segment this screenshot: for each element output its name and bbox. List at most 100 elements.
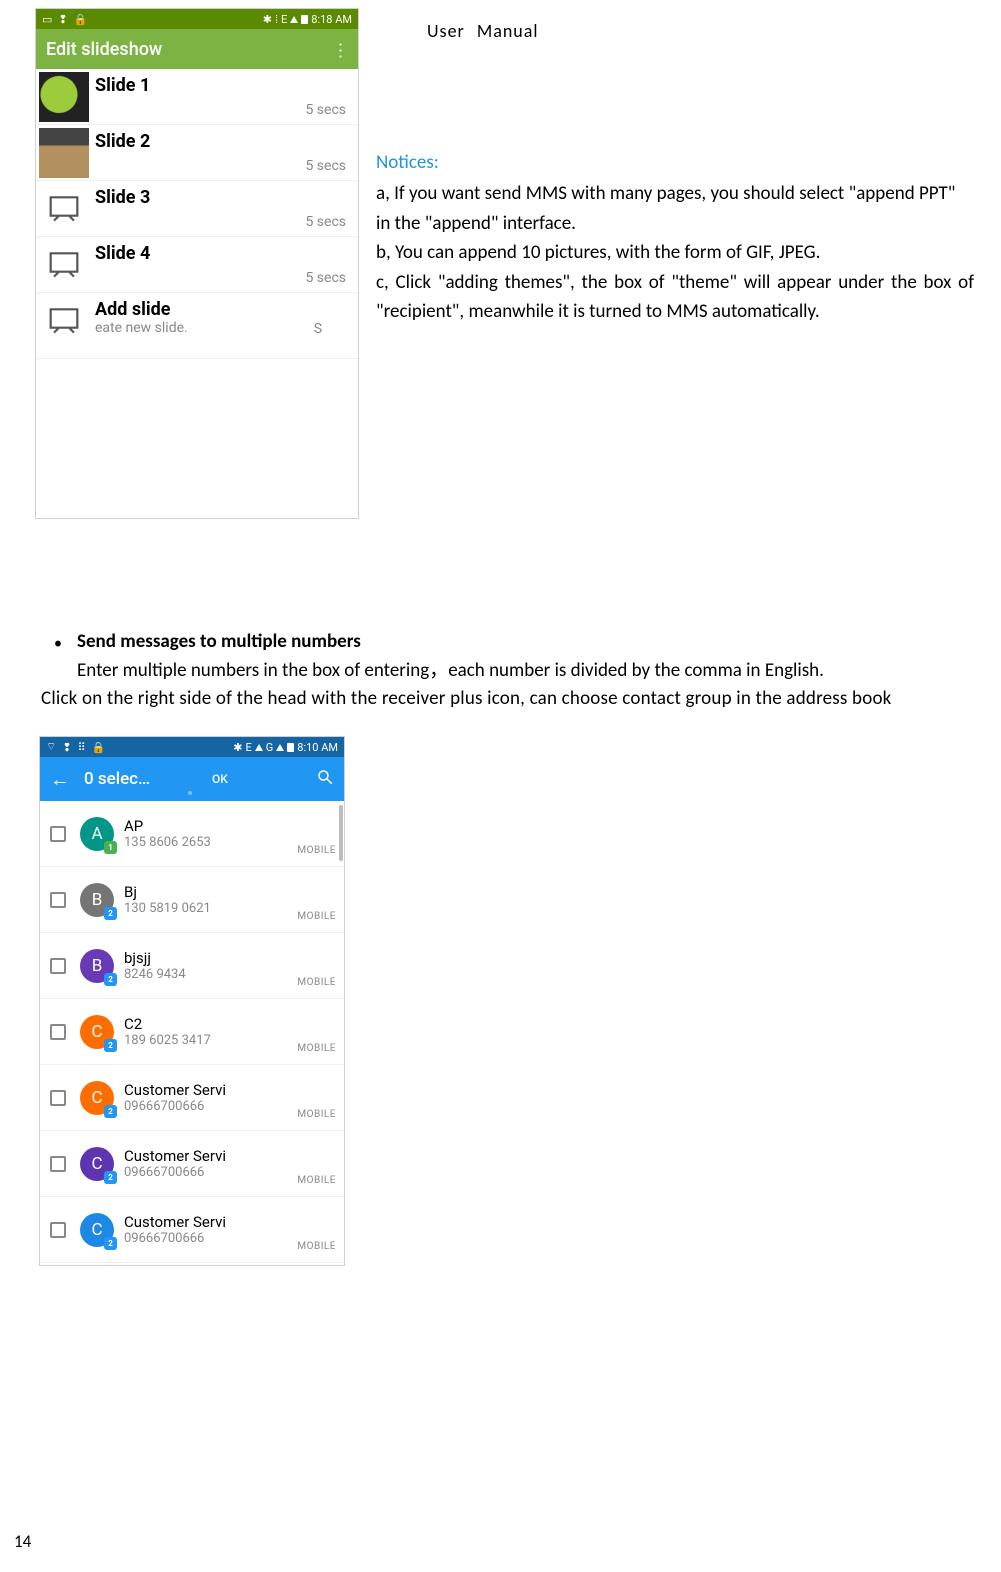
sim-badge: 2: [104, 1039, 117, 1052]
slide-title: Slide 2: [95, 131, 358, 152]
contact-info: Bj130 5819 0621: [124, 883, 297, 916]
contact-number: 09666700666: [124, 1099, 297, 1114]
checkbox[interactable]: [50, 1090, 66, 1106]
header-manual: Manual: [477, 20, 539, 42]
contact-info: AP135 8606 2653: [124, 817, 297, 850]
avatar: B2: [80, 949, 114, 983]
ok-button[interactable]: OK: [212, 772, 228, 786]
slide-item[interactable]: Slide 3 5 secs: [36, 181, 358, 237]
contact-row[interactable]: C2C2189 6025 3417MOBILE: [40, 999, 344, 1065]
contact-type: MOBILE: [297, 977, 336, 998]
contact-row[interactable]: C2Customer Servi09666700666MOBILE: [40, 1065, 344, 1131]
search-icon[interactable]: [316, 768, 334, 791]
voicemail-icon: ⠿: [78, 741, 86, 754]
sim-badge: 2: [104, 1105, 117, 1118]
slide-thumb: [39, 72, 89, 122]
sim-badge: 2: [104, 973, 117, 986]
signal-icon: [290, 16, 298, 23]
avatar: C2: [80, 1213, 114, 1247]
contact-row[interactable]: B2 Bj130 5819 0621MOBILE: [40, 867, 344, 933]
sim-badge: 2: [104, 1237, 117, 1250]
bluetooth-icon: ✱: [263, 13, 272, 26]
bullet-title: Send messages to multiple numbers: [77, 628, 361, 657]
add-slide[interactable]: Add slide eate new slide. S: [36, 293, 358, 359]
checkbox[interactable]: [50, 958, 66, 974]
section2-line1: Enter multiple numbers in the box of ent…: [39, 657, 969, 686]
slide-duration: 5 secs: [305, 214, 358, 230]
contact-row[interactable]: C2 Customer Servi09666700666MOBILE: [40, 1131, 344, 1197]
slide-duration: 5 secs: [305, 270, 358, 286]
contact-info: Customer Servi09666700666: [124, 1147, 297, 1180]
slide-title: Slide 3: [95, 187, 358, 208]
selection-title: 0 selec…: [84, 769, 180, 789]
slide-title: Slide 1: [95, 75, 358, 96]
contact-row[interactable]: A1 AP135 8606 2653MOBILE: [40, 801, 344, 867]
sim-badge: 2: [104, 907, 117, 920]
checkbox[interactable]: [50, 1156, 66, 1172]
projector-icon: [39, 240, 89, 290]
slide-item[interactable]: Slide 1 5 secs: [36, 69, 358, 125]
battery-icon: [301, 15, 308, 24]
signal-icon: [276, 744, 284, 751]
page-header: UserManual: [427, 20, 539, 42]
status-time: 8:10 AM: [297, 741, 338, 754]
contact-info: bjsjj8246 9434: [124, 949, 297, 982]
avatar: C2: [80, 1147, 114, 1181]
back-button[interactable]: ←: [50, 767, 70, 792]
network-label-2: G: [266, 741, 274, 754]
add-slide-title: Add slide: [95, 299, 358, 320]
checkbox[interactable]: [50, 1024, 66, 1040]
contact-row[interactable]: C2Customer Servi09666700666MOBILE: [40, 1197, 344, 1263]
wifi-icon: ⌔: [46, 740, 56, 754]
more-icon[interactable]: ⋯: [330, 41, 351, 57]
contact-type: MOBILE: [297, 1241, 336, 1262]
sim-badge: 1: [104, 841, 117, 854]
bluetooth-icon: ✱: [233, 741, 242, 754]
contact-info: C2189 6025 3417: [124, 1015, 297, 1048]
contact-name: Customer Servi: [124, 1147, 297, 1165]
notices-heading: Notices:: [376, 148, 974, 177]
avatar: A1: [80, 817, 114, 851]
contact-row[interactable]: B2 bjsjj8246 9434MOBILE: [40, 933, 344, 999]
contact-type: MOBILE: [297, 845, 336, 866]
projector-icon: [39, 296, 89, 346]
checkbox[interactable]: [50, 892, 66, 908]
data-icon: ⁞: [275, 13, 278, 26]
checkbox[interactable]: [50, 1222, 66, 1238]
statusbar: ⌔ ❢ ⠿ 🔒 ✱ E G 8:10 AM: [40, 737, 344, 757]
contact-number: 130 5819 0621: [124, 901, 297, 916]
section-multiple-numbers: • Send messages to multiple numbers Ente…: [39, 628, 969, 714]
network-label: E: [281, 13, 287, 26]
sim-badge: 2: [104, 1171, 117, 1184]
battery-icon: [287, 743, 294, 752]
screenshot-edit-slideshow: ▭ ❢ 🔒 ✱ ⁞ E 8:18 AM Edit slideshow ⋯ Sli…: [35, 8, 359, 519]
bullet-dot: •: [39, 628, 77, 657]
contact-number: 09666700666: [124, 1231, 297, 1246]
contact-number: 09666700666: [124, 1165, 297, 1180]
slide-duration: 5 secs: [305, 158, 358, 174]
signal-icon: [255, 744, 263, 751]
contact-type: MOBILE: [297, 911, 336, 932]
slide-item[interactable]: Slide 45 secs: [36, 237, 358, 293]
slide-list: Slide 1 5 secs Slide 2 5 secs Slide 3 5 sec…: [36, 69, 358, 359]
contact-name: Bj: [124, 883, 297, 901]
checkbox[interactable]: [50, 826, 66, 842]
appbar-title: Edit slideshow: [46, 39, 162, 60]
contact-name: bjsjj: [124, 949, 297, 967]
contact-type: MOBILE: [297, 1109, 336, 1130]
contact-type: MOBILE: [297, 1175, 336, 1196]
slide-item[interactable]: Slide 2 5 secs: [36, 125, 358, 181]
notice-a: a, If you want send MMS with many pages,…: [376, 179, 974, 238]
contact-number: 189 6025 3417: [124, 1033, 297, 1048]
statusbar: ▭ ❢ 🔒 ✱ ⁞ E 8:18 AM: [36, 9, 358, 29]
slide-duration: 5 secs: [305, 102, 358, 118]
image-icon: ▭: [42, 13, 52, 26]
contact-info: Customer Servi09666700666: [124, 1081, 297, 1114]
scrollbar-thumb[interactable]: [339, 805, 343, 861]
notice-c: c, Click "adding themes", the box of "th…: [376, 268, 974, 327]
contact-number: 135 8606 2653: [124, 835, 297, 850]
contact-list: A1AP135 8606 2653MOBILEB2Bj130 5819 0621…: [40, 801, 344, 1263]
appbar: Edit slideshow ⋯: [36, 29, 358, 69]
avatar: B2: [80, 883, 114, 917]
contact-name: C2: [124, 1015, 297, 1033]
